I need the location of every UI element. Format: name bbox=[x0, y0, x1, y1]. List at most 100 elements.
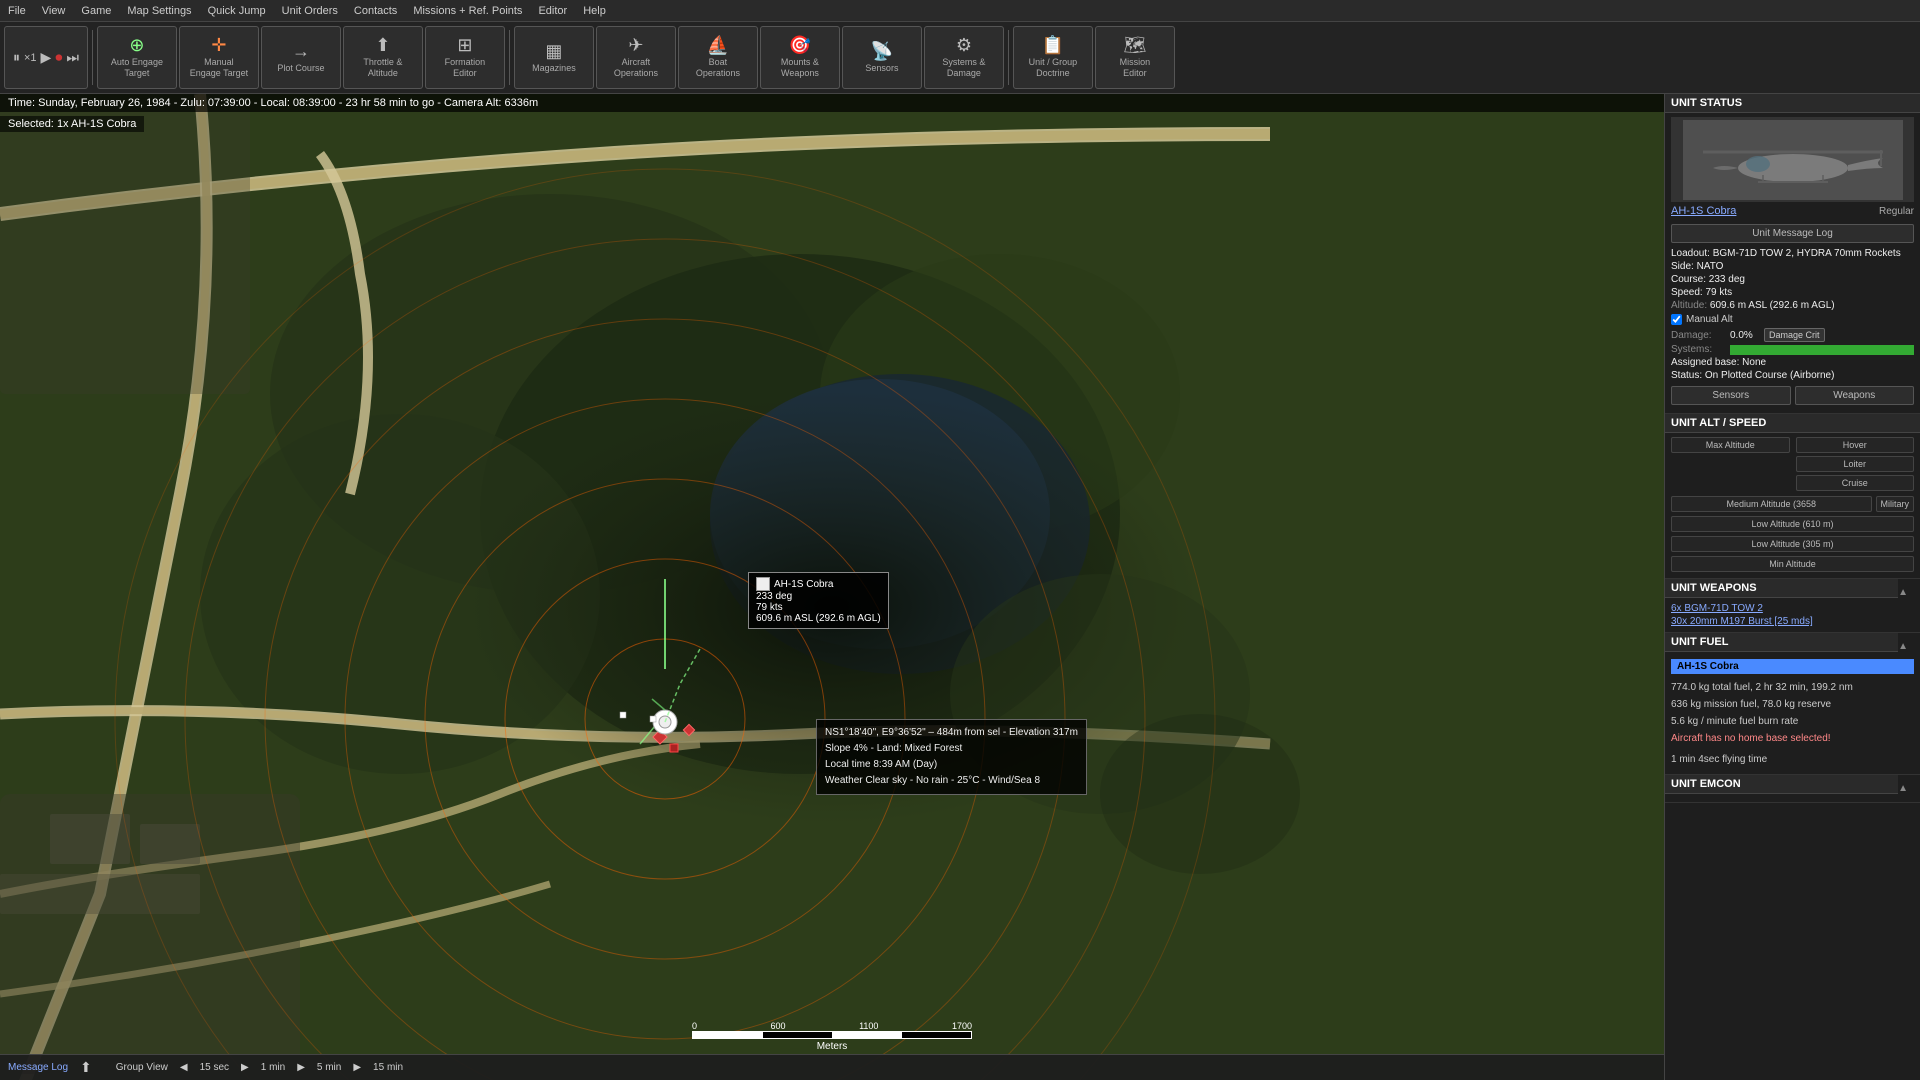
playback-fwd[interactable]: ▶ bbox=[241, 1062, 249, 1073]
damage-crit-button[interactable]: Damage Crit bbox=[1764, 328, 1825, 342]
manual-engage-button[interactable]: ✛ ManualEngage Target bbox=[179, 26, 259, 89]
menu-view[interactable]: View bbox=[42, 5, 66, 17]
manual-alt-checkbox[interactable] bbox=[1671, 314, 1682, 325]
menu-help[interactable]: Help bbox=[583, 5, 606, 17]
damage-row: Damage: 0.0% Damage Crit bbox=[1671, 327, 1914, 343]
unit-group-doctrine-button[interactable]: 📋 Unit / GroupDoctrine bbox=[1013, 26, 1093, 89]
sensors-icon: 📡 bbox=[871, 42, 893, 60]
sensors-btn[interactable]: Sensors bbox=[1671, 386, 1791, 405]
damage-label: Damage: bbox=[1671, 330, 1726, 341]
time-5min[interactable]: 5 min bbox=[317, 1062, 341, 1073]
mission-editor-button[interactable]: 🗺 MissionEditor bbox=[1095, 26, 1175, 89]
plot-course-icon: → bbox=[292, 42, 310, 60]
unit-name-link[interactable]: AH-1S Cobra bbox=[1671, 205, 1736, 217]
alt-speed-title: UNIT ALT / SPEED bbox=[1665, 414, 1920, 433]
map-selected-units: Selected: 1x AH-1S Cobra bbox=[0, 116, 144, 132]
aircraft-icon: ✈ bbox=[628, 36, 643, 54]
fuel-line4: Aircraft has no home base selected! bbox=[1671, 730, 1914, 747]
auto-engage-button[interactable]: ⊕ Auto EngageTarget bbox=[97, 26, 177, 89]
min-altitude-button[interactable]: Min Altitude bbox=[1671, 556, 1914, 572]
emcon-collapse-icon[interactable]: ▲ bbox=[1892, 780, 1914, 797]
map-area[interactable]: Time: Sunday, February 26, 1984 - Zulu: … bbox=[0, 94, 1664, 1080]
weapons-btn[interactable]: Weapons bbox=[1795, 386, 1915, 405]
menu-unit-orders[interactable]: Unit Orders bbox=[282, 5, 338, 17]
loiter-button[interactable]: Loiter bbox=[1796, 456, 1915, 472]
loiter-spacer bbox=[1671, 456, 1790, 472]
record-icon[interactable]: ⏺ bbox=[55, 49, 62, 66]
throttle-alt-button[interactable]: ⬆ Throttle &Altitude bbox=[343, 26, 423, 89]
throttle-label: Throttle &Altitude bbox=[363, 57, 402, 79]
time-15min[interactable]: 15 min bbox=[373, 1062, 403, 1073]
unit-weapons-title: UNIT WEAPONS bbox=[1665, 579, 1898, 598]
playback-back[interactable]: ◀ bbox=[180, 1062, 188, 1073]
magazines-label: Magazines bbox=[532, 63, 576, 74]
menu-editor[interactable]: Editor bbox=[538, 5, 567, 17]
menu-missions[interactable]: Missions + Ref. Points bbox=[413, 5, 522, 17]
playback-controls[interactable]: ⏸ ×1 ▶ ⏺ ⏭ bbox=[4, 26, 88, 89]
loadout-info: Loadout: BGM-71D TOW 2, HYDRA 70mm Rocke… bbox=[1671, 247, 1914, 260]
low-altitude-610-button[interactable]: Low Altitude (610 m) bbox=[1671, 516, 1914, 532]
fuel-line1: 774.0 kg total fuel, 2 hr 32 min, 199.2 … bbox=[1671, 679, 1914, 696]
magazines-button[interactable]: ▦ Magazines bbox=[514, 26, 594, 89]
unit-status-text: Status: On Plotted Course (Airborne) bbox=[1671, 369, 1914, 382]
systems-damage-button[interactable]: ⚙ Systems &Damage bbox=[924, 26, 1004, 89]
military-button[interactable]: Military bbox=[1876, 496, 1915, 512]
menu-game[interactable]: Game bbox=[81, 5, 111, 17]
weapon-2-link[interactable]: 30x 20mm M197 Burst [25 mds] bbox=[1671, 615, 1914, 628]
hover-button[interactable]: Hover bbox=[1796, 437, 1915, 453]
selected-unit: 1x AH-1S Cobra bbox=[57, 118, 136, 130]
map-background bbox=[0, 94, 1664, 1080]
playback-fwd3[interactable]: ▶ bbox=[353, 1062, 361, 1073]
doctrine-label: Unit / GroupDoctrine bbox=[1029, 57, 1078, 79]
unit-status-section: UNIT STATUS bbox=[1665, 94, 1920, 414]
menu-file[interactable]: File bbox=[8, 5, 26, 17]
formation-editor-button[interactable]: ⊞ FormationEditor bbox=[425, 26, 505, 89]
menu-contacts[interactable]: Contacts bbox=[354, 5, 397, 17]
weapons-collapse-icon[interactable]: ▲ bbox=[1892, 584, 1914, 601]
max-altitude-button[interactable]: Max Altitude bbox=[1671, 437, 1790, 453]
boat-icon: ⛵ bbox=[707, 36, 729, 54]
speed-info: Speed: 79 kts bbox=[1671, 286, 1914, 299]
mounts-icon: 🎯 bbox=[789, 36, 811, 54]
unit-emcon-title: UNIT EMCON bbox=[1665, 775, 1898, 794]
weapon-1-link[interactable]: 6x BGM-71D TOW 2 bbox=[1671, 602, 1914, 615]
medium-altitude-button[interactable]: Medium Altitude (3658 bbox=[1671, 496, 1872, 512]
magazines-icon: ▦ bbox=[545, 42, 562, 60]
playback-fwd2[interactable]: ▶ bbox=[297, 1062, 305, 1073]
sensors-label: Sensors bbox=[865, 63, 898, 74]
unit-alt-speed-section: UNIT ALT / SPEED Max Altitude Hover Loit… bbox=[1665, 414, 1920, 579]
play-icon[interactable]: ▶ bbox=[41, 49, 52, 66]
fuel-collapse-icon[interactable]: ▲ bbox=[1892, 638, 1914, 655]
low-altitude-305-button[interactable]: Low Altitude (305 m) bbox=[1671, 536, 1914, 552]
menubar: File View Game Map Settings Quick Jump U… bbox=[0, 0, 1920, 22]
formation-icon: ⊞ bbox=[457, 36, 472, 54]
plot-course-label: Plot Course bbox=[277, 63, 324, 74]
sensors-button[interactable]: 📡 Sensors bbox=[842, 26, 922, 89]
unit-emcon-section: UNIT EMCON ▲ bbox=[1665, 775, 1920, 803]
systems-bar bbox=[1730, 345, 1914, 355]
fuel-unit-name: AH-1S Cobra bbox=[1671, 659, 1914, 674]
cruise-button[interactable]: Cruise bbox=[1796, 475, 1915, 491]
main-area: Time: Sunday, February 26, 1984 - Zulu: … bbox=[0, 94, 1920, 1080]
unit-fuel-section: UNIT FUEL ▲ AH-1S Cobra 774.0 kg total f… bbox=[1665, 633, 1920, 775]
menu-quick-jump[interactable]: Quick Jump bbox=[208, 5, 266, 17]
fuel-info: 774.0 kg total fuel, 2 hr 32 min, 199.2 … bbox=[1671, 677, 1914, 770]
mounts-weapons-button[interactable]: 🎯 Mounts &Weapons bbox=[760, 26, 840, 89]
mission-label: MissionEditor bbox=[1120, 57, 1151, 79]
unit-status-title: UNIT STATUS bbox=[1665, 94, 1920, 113]
map-infobar: Time: Sunday, February 26, 1984 - Zulu: … bbox=[0, 94, 1664, 112]
time-15sec[interactable]: 15 sec bbox=[200, 1062, 229, 1073]
message-log-link[interactable]: Message Log bbox=[8, 1062, 68, 1073]
time-1min[interactable]: 1 min bbox=[261, 1062, 285, 1073]
skip-icon[interactable]: ⏭ bbox=[66, 49, 79, 66]
unit-message-log-button[interactable]: Unit Message Log bbox=[1671, 224, 1914, 243]
plot-course-button[interactable]: → Plot Course bbox=[261, 26, 341, 89]
time-display: Time: Sunday, February 26, 1984 - Zulu: … bbox=[8, 97, 538, 109]
upload-icon[interactable]: ⬆ bbox=[80, 1059, 92, 1076]
menu-map-settings[interactable]: Map Settings bbox=[127, 5, 191, 17]
aircraft-ops-button[interactable]: ✈ AircraftOperations bbox=[596, 26, 676, 89]
bottombar: Message Log ⬆ Group View ◀ 15 sec ▶ 1 mi… bbox=[0, 1054, 1664, 1080]
boat-ops-button[interactable]: ⛵ BoatOperations bbox=[678, 26, 758, 89]
pause-icon[interactable]: ⏸ bbox=[13, 49, 20, 66]
throttle-icon: ⬆ bbox=[375, 36, 390, 54]
